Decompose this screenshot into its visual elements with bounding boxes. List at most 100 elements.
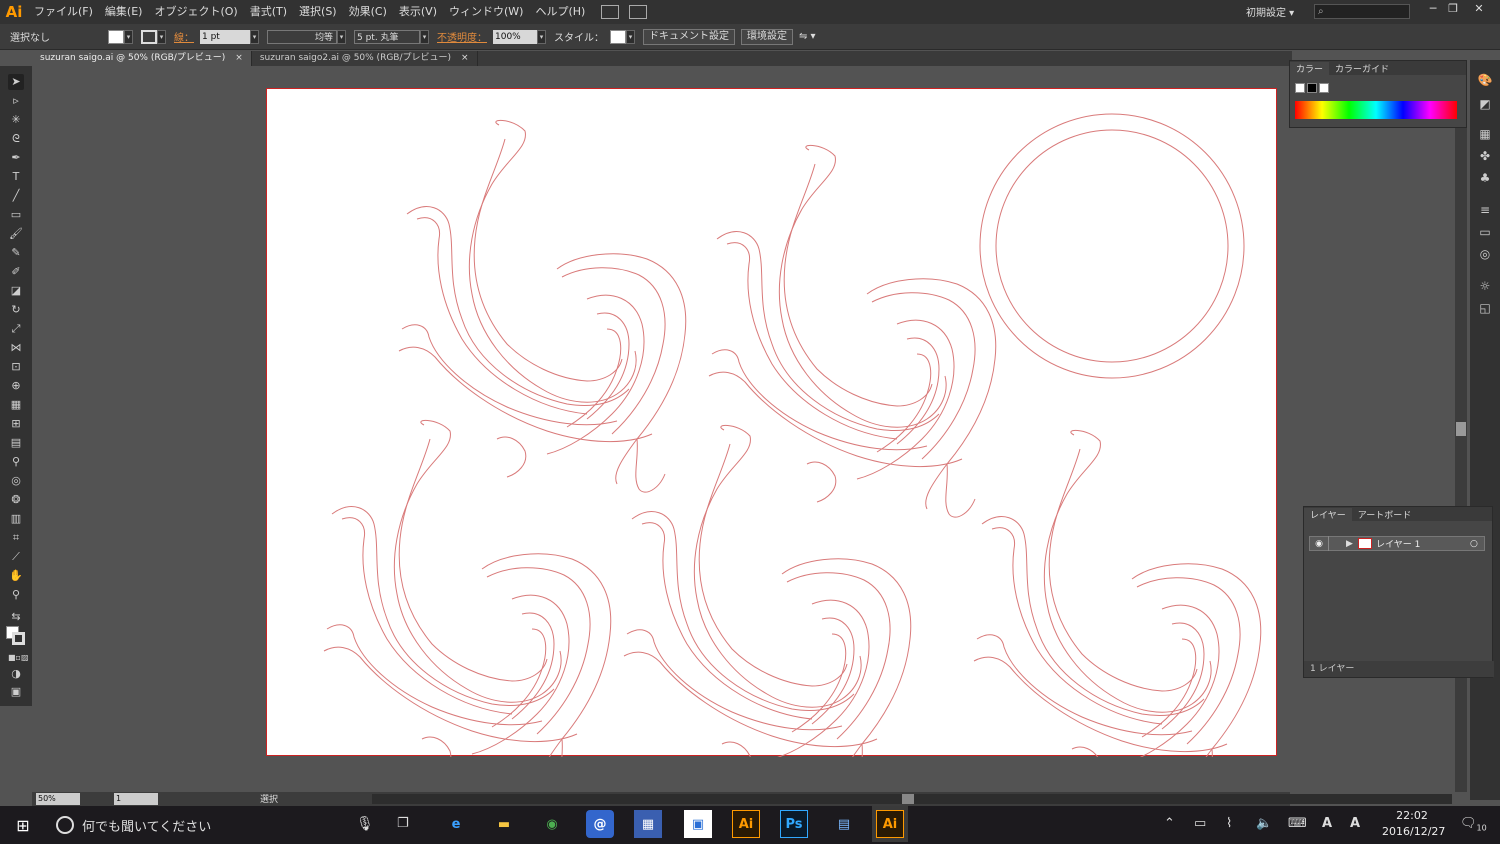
stroke-swatch[interactable] <box>141 29 157 44</box>
line-tool-icon[interactable]: ╱ <box>8 188 24 204</box>
rectangle-tool-icon[interactable]: ▭ <box>8 207 24 223</box>
opacity-label[interactable]: 不透明度： <box>437 29 487 44</box>
perspective-grid-tool-icon[interactable]: ▦ <box>8 397 24 413</box>
brush-field[interactable]: 5 pt. 丸筆 <box>354 29 420 44</box>
tablet-mode-icon[interactable]: ▭ <box>1194 816 1206 831</box>
graphic-styles-icon[interactable]: ◱ <box>1477 300 1493 316</box>
blob-brush-tool-icon[interactable]: ✐ <box>8 264 24 280</box>
close-button[interactable]: ✕ <box>1470 2 1488 16</box>
scroll-thumb[interactable] <box>1456 422 1466 436</box>
wifi-icon[interactable]: ⌇ <box>1226 816 1232 831</box>
search-input[interactable]: ⌕ <box>1314 4 1410 19</box>
lock-toggle[interactable] <box>1328 536 1346 551</box>
menu-object[interactable]: オブジェクト(O) <box>148 0 243 24</box>
color-mode-icons[interactable]: ■▫▨ <box>8 650 29 666</box>
photoshop-icon[interactable]: Ps <box>780 810 808 838</box>
type-tool-icon[interactable]: T <box>8 169 24 185</box>
menu-type[interactable]: 書式(T) <box>244 0 293 24</box>
preferences-button[interactable]: 環境設定 <box>741 28 793 45</box>
none-swatch[interactable] <box>1295 83 1305 93</box>
scroll-thumb[interactable] <box>902 794 914 804</box>
microphone-icon[interactable]: 🎙 <box>356 816 374 832</box>
scale-tool-icon[interactable]: ⤢ <box>8 321 24 337</box>
tab-color-guide[interactable]: カラーガイド <box>1329 62 1395 75</box>
stroke-weight-dropdown[interactable]: ▾ <box>250 29 259 44</box>
symbols-icon[interactable]: ♣ <box>1477 170 1493 186</box>
stroke-profile-field[interactable]: 均等 <box>267 29 337 44</box>
mesh-tool-icon[interactable]: ⊞ <box>8 416 24 432</box>
stroke-profile-dropdown[interactable]: ▾ <box>337 29 346 44</box>
style-swatch[interactable] <box>610 29 626 44</box>
opacity-dropdown[interactable]: ▾ <box>537 29 546 44</box>
menu-effect[interactable]: 効果(C) <box>343 0 393 24</box>
arrange-icon[interactable]: ⇋ ▾ <box>799 31 816 42</box>
file-explorer-icon[interactable]: ▬ <box>490 810 518 838</box>
tab-suzuran-saigo2[interactable]: suzuran saigo2.ai @ 50% (RGB/プレビュー) × <box>252 51 478 66</box>
stroke-dropdown[interactable]: ▾ <box>157 29 166 44</box>
blend-tool-icon[interactable]: ◎ <box>8 473 24 489</box>
cortana-search-box[interactable]: 何でも聞いてください <box>46 806 346 844</box>
transparency-panel-icon[interactable]: ◎ <box>1477 246 1493 262</box>
close-icon[interactable]: × <box>461 51 469 66</box>
tab-artboards[interactable]: アートボード <box>1352 508 1417 521</box>
menu-help[interactable]: ヘルプ(H) <box>529 0 591 24</box>
width-tool-icon[interactable]: ⋈ <box>8 340 24 356</box>
magic-wand-tool-icon[interactable]: ✳ <box>8 112 24 128</box>
fill-dropdown[interactable]: ▾ <box>124 29 133 44</box>
minimize-button[interactable]: ─ <box>1424 2 1442 16</box>
fill-swatch[interactable] <box>108 29 124 44</box>
visibility-eye-icon[interactable]: ◉ <box>1310 539 1328 549</box>
gradient-tool-icon[interactable]: ▤ <box>8 435 24 451</box>
tab-layers[interactable]: レイヤー <box>1304 507 1352 521</box>
slice-tool-icon[interactable]: ⟋ <box>8 549 24 565</box>
color-guide-icon[interactable]: ◩ <box>1477 96 1493 112</box>
default-colors-icon[interactable]: ⇆ <box>8 609 24 625</box>
gradient-panel-icon[interactable]: ▭ <box>1477 224 1493 240</box>
direct-selection-tool-icon[interactable]: ▹ <box>8 93 24 109</box>
menu-edit[interactable]: 編集(E) <box>99 0 149 24</box>
target-circle-icon[interactable]: ○ <box>1470 539 1484 549</box>
ime-icon[interactable]: A <box>1322 816 1332 831</box>
lasso-tool-icon[interactable]: ᘓ <box>8 131 24 147</box>
close-icon[interactable]: × <box>235 51 243 66</box>
store-icon[interactable]: ▣ <box>684 810 712 838</box>
show-hidden-icons[interactable]: ⌃ <box>1164 816 1175 831</box>
artboard[interactable] <box>266 88 1277 757</box>
drawing-mode-icon[interactable]: ◑ <box>8 666 24 682</box>
menu-select[interactable]: 選択(S) <box>293 0 343 24</box>
pen-tool-icon[interactable]: ✒ <box>8 150 24 166</box>
brushes-icon[interactable]: ✤ <box>1477 148 1493 164</box>
mail-app-icon[interactable]: @ <box>586 810 614 838</box>
illustrator-active-icon[interactable]: Ai <box>872 806 908 842</box>
tab-color[interactable]: カラー <box>1290 61 1330 75</box>
keyboard-icon[interactable]: ⌨ <box>1288 816 1307 831</box>
artboard-tool-icon[interactable]: ⌗ <box>8 530 24 546</box>
vertical-scrollbar[interactable] <box>1455 66 1467 792</box>
black-swatch[interactable] <box>1307 83 1317 93</box>
paintbrush-tool-icon[interactable]: 🖌 <box>8 226 24 242</box>
expand-arrow-icon[interactable]: ▶ <box>1346 539 1358 549</box>
edge-icon[interactable]: e <box>442 810 470 838</box>
bridge-icon[interactable] <box>601 5 620 19</box>
stroke-color-box[interactable] <box>12 632 25 645</box>
opacity-field[interactable]: 100% <box>493 29 537 44</box>
style-dropdown[interactable]: ▾ <box>626 29 635 44</box>
outlook-icon[interactable]: ▤ <box>830 810 858 838</box>
menu-view[interactable]: 表示(V) <box>393 0 443 24</box>
layer-row[interactable]: ◉ ▶ レイヤー 1 ○ <box>1309 536 1485 551</box>
artboard-number-field[interactable]: 1 <box>114 793 158 805</box>
arrange-documents-icon[interactable] <box>629 5 648 19</box>
zoom-tool-icon[interactable]: ⚲ <box>8 587 24 603</box>
illustrator-icon[interactable]: Ai <box>732 810 760 838</box>
restore-button[interactable]: ❐ <box>1444 2 1462 16</box>
layer-name[interactable]: レイヤー 1 <box>1376 537 1470 550</box>
column-graph-tool-icon[interactable]: ▥ <box>8 511 24 527</box>
appearance-panel-icon[interactable]: ☼ <box>1477 278 1493 294</box>
stroke-panel-icon[interactable]: ≡ <box>1477 202 1493 218</box>
tab-suzuran-saigo[interactable]: suzuran saigo.ai @ 50% (RGB/プレビュー) × <box>32 51 252 66</box>
white-swatch[interactable] <box>1319 83 1329 93</box>
swatches-icon[interactable]: ▦ <box>1477 126 1493 142</box>
stroke-label[interactable]: 線： <box>174 29 194 44</box>
rotate-tool-icon[interactable]: ↻ <box>8 302 24 318</box>
chrome-icon[interactable]: ◉ <box>538 810 566 838</box>
